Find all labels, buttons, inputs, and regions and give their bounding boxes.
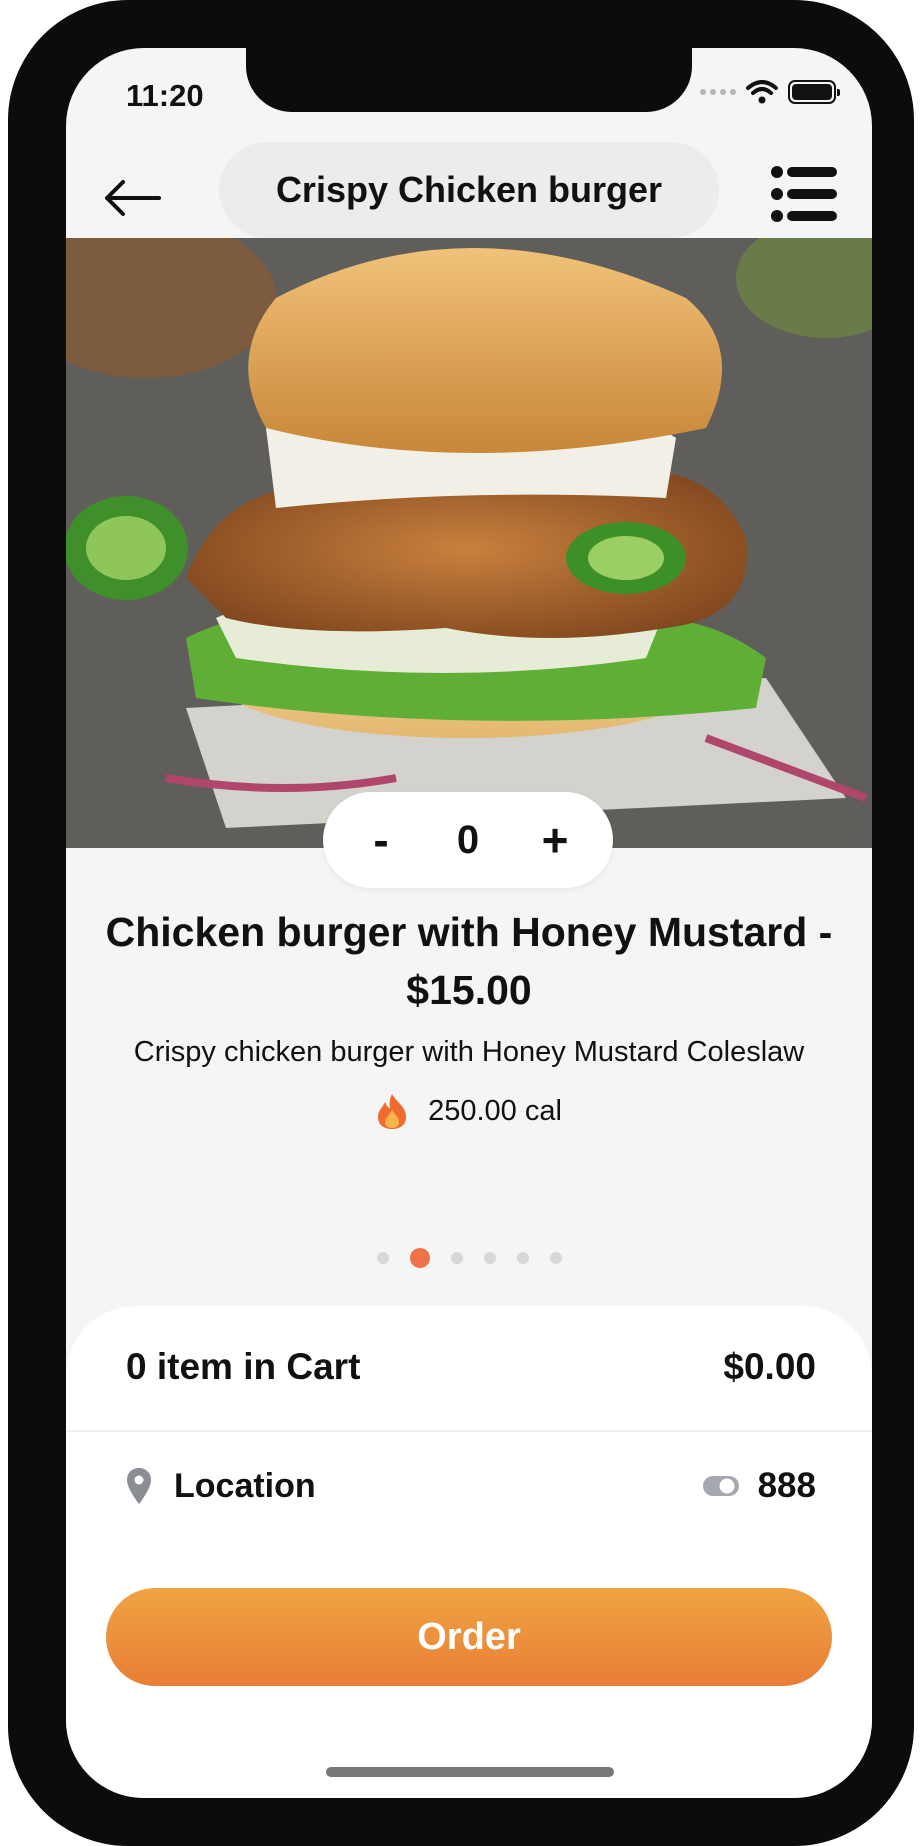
- carousel-dot[interactable]: [376, 1252, 389, 1264]
- app-screen: 11:20 Crispy Chicken burger - 0 + Chicke…: [66, 48, 872, 1798]
- signal-icon: [700, 89, 736, 95]
- points-value: 888: [757, 1466, 816, 1505]
- wifi-icon: [746, 80, 778, 104]
- fire-icon: [378, 1094, 407, 1129]
- quantity-value: 0: [456, 817, 480, 862]
- status-time: 11:20: [126, 78, 204, 113]
- location-label: Location: [174, 1466, 316, 1505]
- calories-value: 250.00 cal: [428, 1094, 562, 1127]
- product-image: [66, 238, 872, 848]
- cart-item-count: 0 item in Cart: [126, 1346, 361, 1387]
- page-title: Crispy Chicken burger: [275, 169, 663, 210]
- header-title-pill: Crispy Chicken burger: [219, 142, 719, 238]
- cart-summary-row[interactable]: 0 item in Cart $0.00: [126, 1346, 816, 1388]
- decrement-button[interactable]: -: [353, 812, 409, 868]
- order-button[interactable]: Order: [106, 1588, 832, 1686]
- product-title: Chicken burger with Honey Mustard - $15.…: [105, 909, 833, 1013]
- carousel-dot[interactable]: [409, 1248, 430, 1268]
- back-arrow-icon: [105, 180, 161, 216]
- status-icons: [700, 80, 840, 104]
- carousel-dot[interactable]: [516, 1252, 529, 1264]
- carousel-dot[interactable]: [549, 1252, 562, 1264]
- device-notch: [246, 48, 692, 112]
- carousel-dot[interactable]: [450, 1252, 463, 1264]
- divider: [66, 1430, 872, 1432]
- home-indicator[interactable]: [326, 1767, 614, 1777]
- burger-illustration: [66, 238, 872, 848]
- carousel-indicator: [66, 1248, 872, 1268]
- carousel-dot[interactable]: [483, 1252, 496, 1264]
- toggle-icon: [702, 1476, 739, 1496]
- cart-total: $0.00: [723, 1346, 816, 1387]
- increment-button[interactable]: +: [527, 812, 583, 868]
- points-display[interactable]: 888: [702, 1466, 816, 1506]
- phone-frame: 11:20 Crispy Chicken burger - 0 + Chicke…: [8, 0, 914, 1846]
- back-button[interactable]: [100, 166, 164, 230]
- calories-info: 250.00 cal: [66, 1092, 872, 1130]
- location-row: Location 888: [126, 1466, 816, 1506]
- location-selector[interactable]: Location: [126, 1467, 316, 1506]
- quantity-stepper: - 0 +: [323, 792, 613, 888]
- list-menu-icon: [771, 166, 837, 222]
- product-description: Crispy chicken burger with Honey Mustard…: [133, 1036, 805, 1068]
- battery-icon: [788, 80, 840, 104]
- location-pin-icon: [127, 1468, 151, 1504]
- order-button-label: Order: [417, 1615, 521, 1658]
- cart-sheet: 0 item in Cart $0.00 Location 888: [66, 1306, 872, 1798]
- menu-button[interactable]: [771, 164, 837, 224]
